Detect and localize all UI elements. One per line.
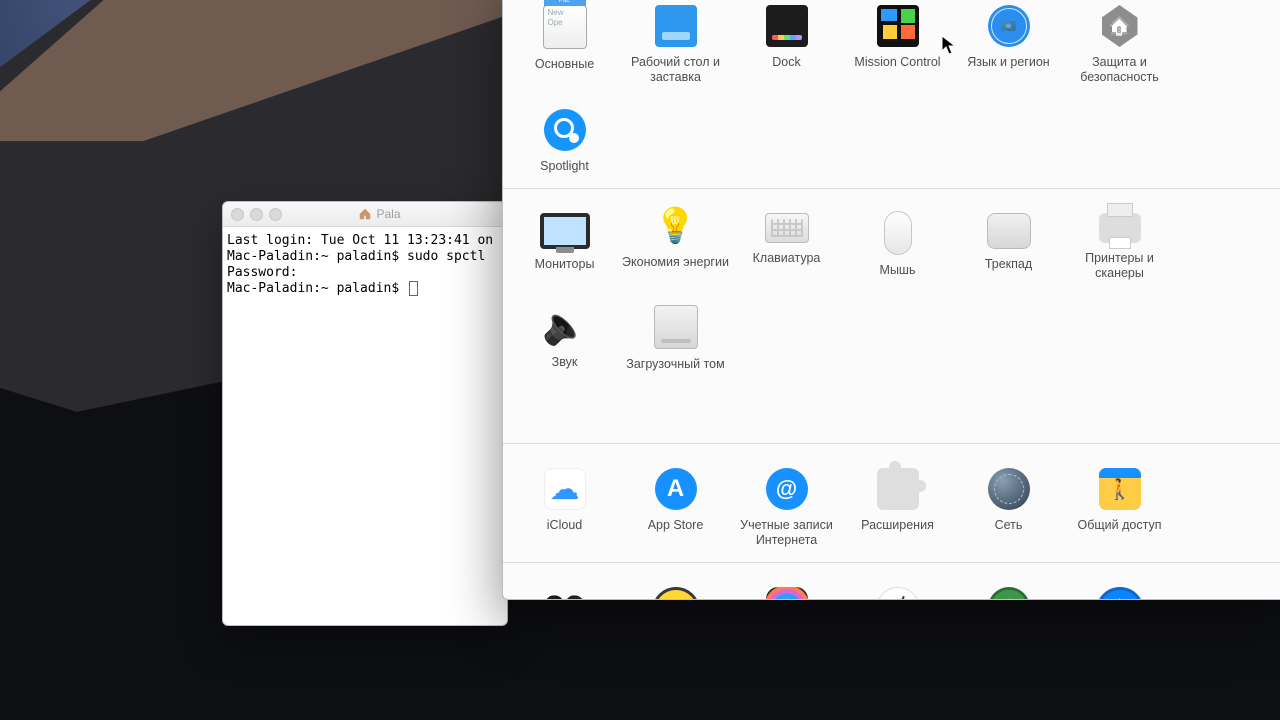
pref-label: Общий доступ [1066,518,1174,533]
pref-label: Основные [511,57,619,72]
pref-label: Мышь [844,263,952,278]
desktop-icon [655,5,697,47]
pref-label: Загрузочный том [622,357,730,372]
parental-icon [652,587,700,600]
siri-icon [766,587,808,600]
icloud-icon [544,468,586,510]
home-icon [358,207,372,221]
pref-language-region[interactable]: Язык и регион [953,0,1064,85]
pref-label: Звук [511,355,619,370]
mission-control-icon [877,5,919,47]
pref-network[interactable]: Сеть [953,444,1064,548]
trackpad-icon [987,213,1031,249]
pref-label: iCloud [511,518,619,533]
pref-label: Spotlight [511,159,619,174]
pref-internet-accounts[interactable]: Учетные записи Интернета [731,444,842,548]
pref-label: Mission Control [844,55,952,70]
pref-label: Мониторы [511,257,619,272]
sound-icon [544,305,586,347]
pref-icloud[interactable]: iCloud [509,444,620,548]
pref-label: Учетные записи Интернета [733,518,841,548]
zoom-icon[interactable] [269,208,282,221]
pref-label: Рабочий стол и заставка [622,55,730,85]
prefs-section-personal: Основные Рабочий стол и заставка Dock Mi… [503,0,1280,189]
general-icon [543,5,587,49]
app-store-icon [655,468,697,510]
pref-extensions[interactable]: Расширения [842,444,953,548]
date-time-icon [876,587,920,600]
terminal-text: Last login: Tue Oct 11 13:23:41 on Mac-P… [227,233,501,296]
pref-trackpad[interactable]: Трекпад [953,189,1064,281]
pref-label: Защита и безопасность [1066,55,1174,85]
pref-siri[interactable]: Siri [731,563,842,600]
pref-mission-control[interactable]: Mission Control [842,0,953,85]
pref-label: Принтеры и сканеры [1066,251,1174,281]
pref-label: Сеть [955,518,1063,533]
prefs-section-internet: iCloud App Store Учетные записи Интернет… [503,444,1280,563]
pref-mouse[interactable]: Мышь [842,189,953,281]
pref-label: Трекпад [955,257,1063,272]
terminal-titlebar[interactable]: Pala [223,202,507,227]
pref-label: Клавиатура [733,251,841,266]
pref-label: Расширения [844,518,952,533]
internet-accounts-icon [766,468,808,510]
startup-disk-icon [654,305,698,349]
pref-accessibility[interactable]: Универсальный доступ [1064,563,1175,600]
system-preferences-window[interactable]: Основные Рабочий стол и заставка Dock Mi… [502,0,1280,600]
terminal-title-text: Pala [376,207,400,221]
pref-spotlight[interactable]: Spotlight [509,85,620,174]
prefs-section-system: Пользователи и группы Родительский контр… [503,563,1280,600]
users-icon [544,587,586,600]
mouse-icon [884,211,912,255]
desktop-wallpaper: Pala Last login: Tue Oct 11 13:23:41 on … [0,0,1280,720]
pref-users-groups[interactable]: Пользователи и группы [509,563,620,600]
prefs-section-hardware: Мониторы Экономия энергии Клавиатура Мыш… [503,189,1280,444]
minimize-icon[interactable] [250,208,263,221]
pref-energy-saver[interactable]: Экономия энергии [620,189,731,281]
pref-app-store[interactable]: App Store [620,444,731,548]
close-icon[interactable] [231,208,244,221]
spotlight-icon [544,109,586,151]
pref-label: App Store [622,518,730,533]
pref-printers[interactable]: Принтеры и сканеры [1064,189,1175,281]
pref-time-machine[interactable]: Time Machine [953,563,1064,600]
pref-startup-disk[interactable]: Загрузочный том [620,281,731,372]
time-machine-icon [988,587,1030,600]
pref-general[interactable]: Основные [509,0,620,85]
network-icon [988,468,1030,510]
pref-label: Язык и регион [955,55,1063,70]
pref-security[interactable]: Защита и безопасность [1064,0,1175,85]
pref-sharing[interactable]: Общий доступ [1064,444,1175,548]
dock-icon [766,5,808,47]
terminal-cursor [409,281,418,296]
pref-label: Экономия энергии [622,255,730,270]
sharing-icon [1099,468,1141,510]
displays-icon [540,213,590,249]
keyboard-icon [765,213,809,243]
terminal-body[interactable]: Last login: Tue Oct 11 13:23:41 on Mac-P… [223,227,507,301]
pref-label: Dock [733,55,841,70]
pref-date-time[interactable]: Дата и время [842,563,953,600]
terminal-title: Pala [288,207,471,221]
pref-dock[interactable]: Dock [731,0,842,85]
security-icon [1100,5,1140,47]
pref-sound[interactable]: Звук [509,281,620,372]
pref-keyboard[interactable]: Клавиатура [731,189,842,281]
printers-icon [1099,213,1141,243]
language-icon [988,5,1030,47]
energy-icon [662,205,690,247]
accessibility-icon [1096,587,1144,600]
terminal-window[interactable]: Pala Last login: Tue Oct 11 13:23:41 on … [222,201,508,626]
pref-displays[interactable]: Мониторы [509,189,620,281]
extensions-icon [877,468,919,510]
pref-parental-controls[interactable]: Родительский контроль [620,563,731,600]
pref-desktop-screensaver[interactable]: Рабочий стол и заставка [620,0,731,85]
